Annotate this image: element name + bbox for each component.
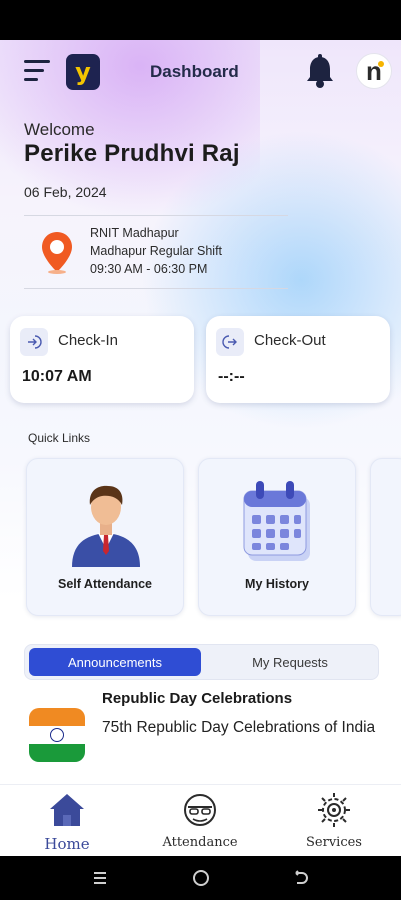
page-title: Dashboard bbox=[150, 62, 239, 81]
app-logo: y bbox=[66, 54, 100, 90]
system-nav-bar bbox=[0, 856, 401, 900]
announcement-title[interactable]: Republic Day Celebrations bbox=[102, 690, 292, 707]
calendar-icon bbox=[243, 481, 310, 561]
nav-services[interactable]: Services bbox=[284, 791, 384, 850]
back-icon[interactable] bbox=[290, 868, 310, 888]
location-site: RNIT Madhapur bbox=[90, 226, 179, 240]
status-bar bbox=[0, 0, 401, 40]
person-icon bbox=[72, 485, 140, 567]
check-in-time: 10:07 AM bbox=[22, 368, 92, 385]
tab-announcements[interactable]: Announcements bbox=[29, 648, 201, 676]
notification-bell-icon[interactable] bbox=[304, 54, 336, 90]
menu-icon[interactable] bbox=[24, 60, 52, 84]
services-icon bbox=[318, 793, 350, 827]
india-flag-icon bbox=[29, 708, 85, 762]
nav-services-label: Services bbox=[306, 835, 362, 850]
tab-my-requests[interactable]: My Requests bbox=[205, 648, 375, 676]
quick-link-label: My History bbox=[245, 577, 309, 591]
quick-link-label: Self Attendance bbox=[57, 577, 152, 591]
attendance-icon bbox=[184, 794, 216, 826]
check-out-icon bbox=[216, 328, 244, 356]
nav-attendance[interactable]: Attendance bbox=[150, 791, 250, 850]
bottom-nav: Home Attendance Services bbox=[0, 784, 401, 856]
check-out-time: --:-- bbox=[218, 368, 245, 385]
check-out-card[interactable]: Check-Out --:-- bbox=[206, 316, 390, 403]
quick-links-title: Quick Links bbox=[28, 431, 91, 445]
welcome-label: Welcome bbox=[24, 120, 95, 139]
divider bbox=[24, 288, 288, 289]
announcement-body: 75th Republic Day Celebrations of India bbox=[102, 719, 376, 736]
recent-apps-icon[interactable] bbox=[90, 868, 110, 888]
nav-attendance-label: Attendance bbox=[162, 835, 238, 850]
location-shift: Madhapur Regular Shift bbox=[90, 244, 223, 258]
app-screen: y Dashboard n Welcome Perike Prudhvi Raj… bbox=[0, 40, 401, 856]
avatar[interactable]: n bbox=[356, 53, 392, 89]
location-timing: 09:30 AM - 06:30 PM bbox=[90, 262, 208, 276]
home-circle-icon[interactable] bbox=[191, 868, 211, 888]
quick-link-partial[interactable] bbox=[370, 458, 401, 616]
check-out-label: Check-Out bbox=[254, 332, 326, 349]
location-pin-icon bbox=[42, 232, 72, 274]
check-in-card[interactable]: Check-In 10:07 AM bbox=[10, 316, 194, 403]
check-in-icon bbox=[20, 328, 48, 356]
home-icon bbox=[50, 794, 84, 826]
user-name: Perike Prudhvi Raj bbox=[24, 140, 240, 167]
announcement-tabs: Announcements My Requests bbox=[24, 644, 379, 680]
check-in-label: Check-In bbox=[58, 332, 119, 349]
quick-link-my-history[interactable]: My History bbox=[198, 458, 356, 616]
current-date: 06 Feb, 2024 bbox=[24, 184, 107, 200]
divider bbox=[24, 215, 288, 216]
avatar-dot-icon bbox=[378, 61, 384, 67]
nav-home-label: Home bbox=[44, 835, 90, 853]
quick-link-self-attendance[interactable]: Self Attendance bbox=[26, 458, 184, 616]
nav-home[interactable]: Home bbox=[17, 791, 117, 853]
